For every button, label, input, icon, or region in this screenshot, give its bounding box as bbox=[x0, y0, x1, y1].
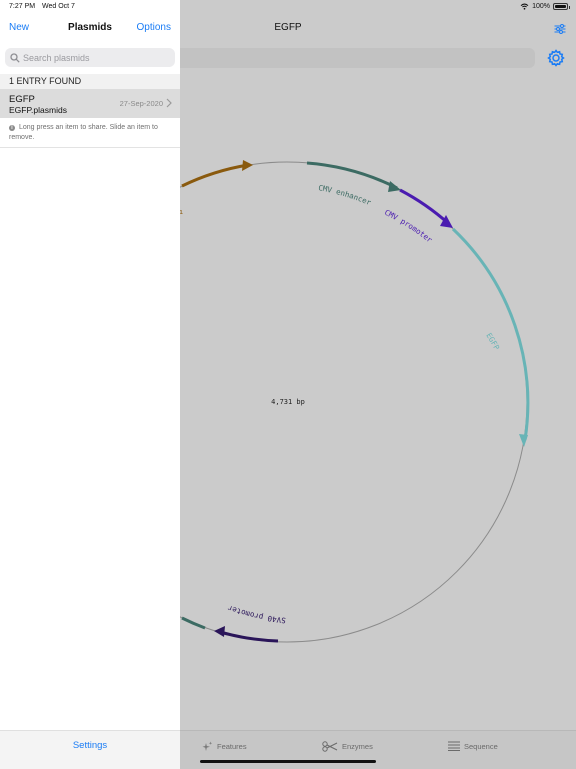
plasmid-length: 4,731 bp bbox=[271, 398, 305, 406]
status-date: Wed Oct 7 bbox=[42, 3, 75, 10]
settings-button[interactable]: Settings bbox=[0, 740, 180, 751]
feature-arc-brown[interactable] bbox=[181, 163, 249, 188]
entry-date: 27-Sep-2020 bbox=[119, 99, 163, 108]
tab-sequence-label: Sequence bbox=[464, 741, 498, 751]
entries-count-label: 1 ENTRY FOUND bbox=[9, 76, 82, 86]
tab-enzymes[interactable]: Enzymes bbox=[322, 741, 373, 752]
options-button[interactable]: Options bbox=[137, 22, 171, 33]
search-bar[interactable] bbox=[5, 48, 175, 67]
feature-arc-sv40-promoter[interactable] bbox=[219, 630, 279, 643]
tab-features[interactable]: Features bbox=[202, 741, 247, 752]
list-item[interactable]: EGFP EGFP.plasmids 27-Sep-2020 bbox=[0, 89, 180, 118]
lines-icon bbox=[448, 741, 460, 751]
feature-label-cmv-enhancer: CMV enhancer bbox=[318, 183, 373, 207]
usage-hint: i Long press an item to share. Slide an … bbox=[9, 123, 174, 142]
status-bar: 7:27 PM Wed Oct 7 100% bbox=[0, 0, 576, 14]
chevron-right-icon bbox=[166, 98, 172, 108]
sparkle-icon bbox=[202, 741, 213, 751]
scissors-icon bbox=[322, 741, 338, 752]
feature-label-egfp: EGFP bbox=[484, 331, 501, 352]
arrowhead-sv40-promoter bbox=[214, 626, 225, 637]
battery-percent: 100% bbox=[532, 3, 550, 10]
wifi-icon bbox=[520, 3, 529, 10]
tab-sequence[interactable]: Sequence bbox=[448, 741, 498, 751]
entry-filename: EGFP.plasmids bbox=[9, 105, 67, 115]
arrowhead-cmv-enhancer bbox=[388, 181, 401, 192]
sidebar-nav-bar: New Plasmids Options bbox=[0, 22, 180, 36]
divider bbox=[0, 147, 180, 148]
arrowhead-brown bbox=[242, 160, 253, 171]
feature-arc-teal-lower[interactable] bbox=[181, 616, 206, 630]
arrowhead-egfp bbox=[519, 434, 528, 447]
battery-icon bbox=[553, 3, 570, 10]
feature-label-cmv-promoter: CMV promoter bbox=[383, 208, 434, 245]
home-indicator[interactable] bbox=[200, 760, 376, 763]
entries-count-header: 1 ENTRY FOUND bbox=[0, 74, 180, 89]
tab-enzymes-label: Enzymes bbox=[342, 742, 373, 751]
status-right: 100% bbox=[520, 3, 570, 10]
feature-label-sv40-promoter: SV40 promoter bbox=[226, 603, 286, 625]
feature-arc-cmv-promoter[interactable] bbox=[399, 188, 451, 226]
usage-hint-text: Long press an item to share. Slide an it… bbox=[9, 124, 158, 141]
search-icon bbox=[10, 52, 20, 63]
sidebar-footer: Settings bbox=[0, 730, 180, 769]
tab-features-label: Features bbox=[217, 742, 247, 751]
entry-name: EGFP bbox=[9, 94, 35, 105]
plasmids-sidebar: New Plasmids Options 1 ENTRY FOUND EGFP … bbox=[0, 0, 180, 769]
status-time: 7:27 PM bbox=[9, 3, 36, 10]
info-icon: i bbox=[9, 125, 15, 131]
search-input[interactable] bbox=[23, 52, 163, 63]
